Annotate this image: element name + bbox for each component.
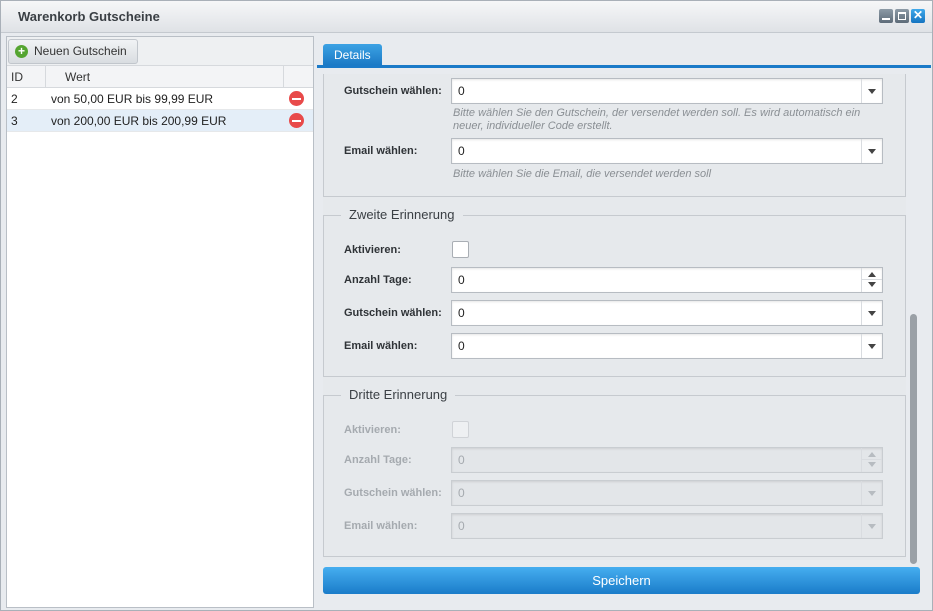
new-voucher-button[interactable]: + Neuen Gutschein [8, 39, 138, 64]
email-label: Email wählen: [344, 520, 418, 532]
list-toolbar: + Neuen Gutschein [7, 37, 313, 66]
save-button[interactable]: Speichern [323, 567, 920, 594]
grid-header: ID Wert [7, 66, 313, 88]
tage-label: Anzahl Tage: [344, 274, 412, 286]
gutschein-label: Gutschein wählen: [344, 487, 442, 499]
column-header-wert[interactable]: Wert [65, 70, 90, 84]
voucher-list-pane: + Neuen Gutschein ID Wert 2 von 50,00 EU… [6, 36, 314, 608]
email-hint: Bitte wählen Sie die Email, die versende… [453, 168, 712, 180]
column-header-id[interactable]: ID [11, 70, 23, 84]
tage-value: 0 [458, 453, 465, 467]
close-icon[interactable]: ✕ [911, 8, 925, 23]
chevron-down-icon [861, 481, 882, 505]
tage-label: Anzahl Tage: [344, 454, 412, 466]
spinner-down-icon[interactable] [868, 282, 876, 287]
gutschein-select: 0 [451, 480, 883, 506]
delete-icon[interactable] [289, 91, 304, 106]
window-title: Warenkorb Gutscheine [18, 9, 160, 24]
delete-icon[interactable] [289, 113, 304, 128]
row-id: 2 [11, 92, 18, 106]
email-select[interactable]: 0 [451, 333, 883, 359]
gutschein-hint: Bitte wählen Sie den Gutschein, der vers… [453, 107, 861, 132]
spinner-up-icon[interactable] [868, 272, 876, 277]
gutschein-value: 0 [458, 486, 465, 500]
email-value: 0 [458, 339, 465, 353]
title-bar: Warenkorb Gutscheine ✕ [1, 1, 932, 33]
details-form: Gutschein wählen: 0 Bitte wählen Sie den… [323, 74, 906, 560]
third-reminder-section: Dritte Erinnerung Aktivieren: Anzahl Tag… [323, 387, 906, 557]
email-select[interactable]: 0 [451, 138, 883, 164]
maximize-icon[interactable] [895, 9, 909, 23]
section-legend: Dritte Erinnerung [341, 387, 456, 402]
chevron-down-icon [861, 514, 882, 538]
table-row[interactable]: 3 von 200,00 EUR bis 200,99 EUR [7, 110, 313, 132]
chevron-down-icon[interactable] [861, 334, 882, 358]
row-wert: von 200,00 EUR bis 200,99 EUR [51, 114, 227, 128]
gutschein-label: Gutschein wählen: [344, 85, 442, 97]
gutschein-value: 0 [458, 84, 465, 98]
spinner-down-icon [868, 462, 876, 467]
aktivieren-checkbox[interactable] [452, 241, 469, 258]
table-row[interactable]: 2 von 50,00 EUR bis 99,99 EUR [7, 88, 313, 110]
chevron-down-icon[interactable] [861, 301, 882, 325]
minimize-icon[interactable] [879, 9, 893, 23]
new-voucher-label: Neuen Gutschein [34, 44, 127, 58]
gutschein-select[interactable]: 0 [451, 78, 883, 104]
row-id: 3 [11, 114, 18, 128]
aktivieren-checkbox [452, 421, 469, 438]
email-value: 0 [458, 519, 465, 533]
gutschein-select[interactable]: 0 [451, 300, 883, 326]
aktivieren-label: Aktivieren: [344, 244, 401, 256]
section-legend: Zweite Erinnerung [341, 207, 463, 222]
spinner-up-icon [868, 452, 876, 457]
email-label: Email wählen: [344, 145, 418, 157]
second-reminder-section: Zweite Erinnerung Aktivieren: Anzahl Tag… [323, 207, 906, 377]
scrollbar-thumb[interactable] [910, 314, 917, 564]
email-value: 0 [458, 144, 465, 158]
gutschein-label: Gutschein wählen: [344, 307, 442, 319]
tab-strip: Details [317, 35, 931, 67]
first-reminder-section: Gutschein wählen: 0 Bitte wählen Sie den… [323, 74, 906, 197]
chevron-down-icon[interactable] [861, 79, 882, 103]
chevron-down-icon[interactable] [861, 139, 882, 163]
tage-number-field[interactable]: 0 [451, 267, 883, 293]
aktivieren-label: Aktivieren: [344, 424, 401, 436]
tage-number-field: 0 [451, 447, 883, 473]
plus-icon: + [15, 45, 28, 58]
tab-details[interactable]: Details [323, 44, 382, 66]
email-label: Email wählen: [344, 340, 418, 352]
row-wert: von 50,00 EUR bis 99,99 EUR [51, 92, 214, 106]
tage-value: 0 [458, 273, 465, 287]
gutschein-value: 0 [458, 306, 465, 320]
email-select: 0 [451, 513, 883, 539]
